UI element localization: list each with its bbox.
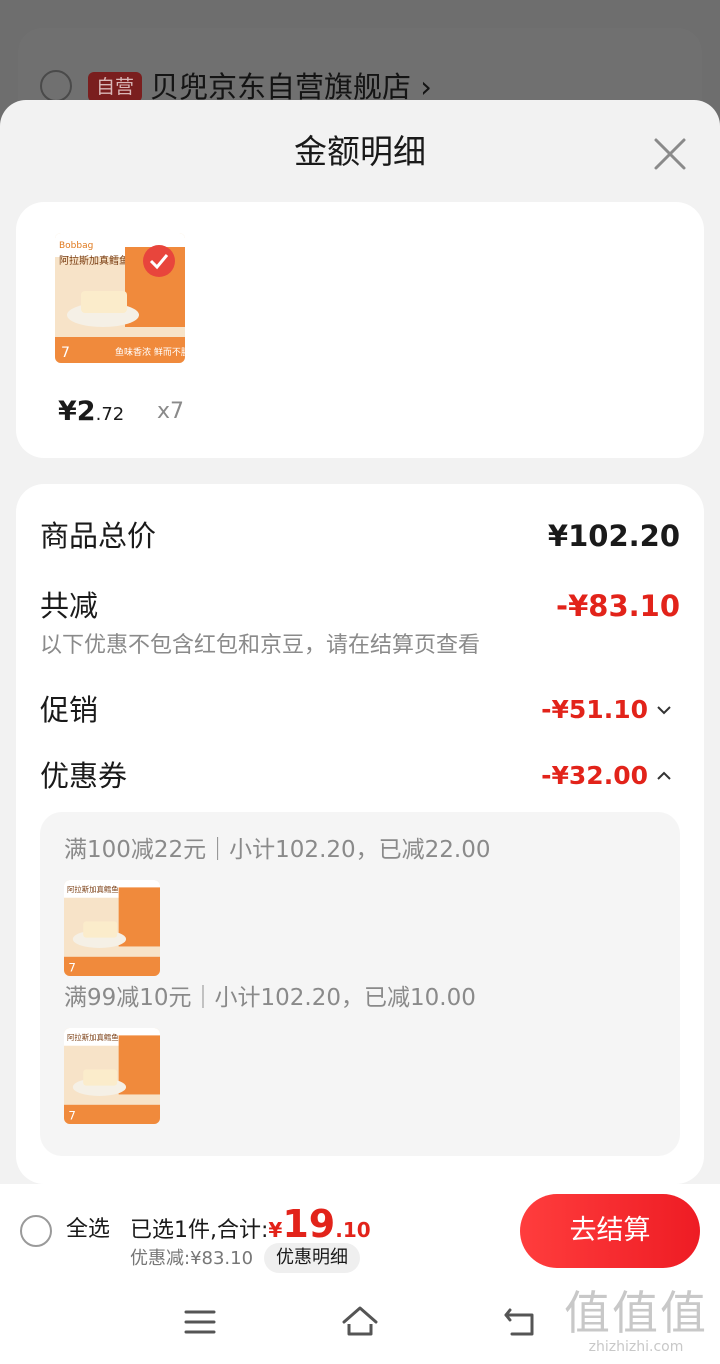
product-quantity: x7 (157, 399, 185, 424)
summary-prefix: 已选1件,合计: (130, 1218, 269, 1243)
price-decimal: .72 (95, 404, 125, 425)
back-icon[interactable] (500, 1302, 540, 1342)
watermark: 值值值 zhizhizhi.com (556, 1288, 716, 1356)
price-symbol: ¥ (58, 396, 77, 427)
watermark-glyphs: 值值值 (564, 1286, 708, 1340)
coupon-value: -¥32.00 (541, 761, 648, 790)
total-price-value: ¥102.20 (547, 519, 680, 553)
store-chevron-icon: › (420, 70, 432, 104)
promotion-row-toggle[interactable]: -¥51.10 (541, 690, 672, 730)
chevron-down-icon (657, 706, 671, 715)
coupon-2-product-thumbnail[interactable]: 阿拉斯加真鳕鱼 7 (64, 1028, 160, 1124)
menu-icon[interactable] (180, 1302, 220, 1342)
discount-detail-button[interactable]: 优惠明细 (264, 1243, 360, 1273)
unit-price: ¥2.72 (58, 396, 124, 431)
product-thumbnail[interactable]: Bobbag 阿拉斯加真鳕鱼 7 鱼味香浓 鲜而不腥 (55, 233, 185, 363)
svg-text:阿拉斯加真鳕鱼: 阿拉斯加真鳕鱼 (67, 1033, 119, 1042)
product-image-icon: 阿拉斯加真鳕鱼 7 (64, 880, 160, 976)
coupon-1-product-thumbnail[interactable]: 阿拉斯加真鳕鱼 7 (64, 880, 160, 976)
close-icon[interactable] (652, 136, 688, 172)
watermark-site: zhizhizhi.com (588, 1339, 684, 1355)
store-select-radio (40, 70, 72, 102)
sheet-title: 金额明细 (294, 132, 426, 171)
total-reduction-label: 共减 (40, 589, 99, 623)
total-integer: 19 (282, 1202, 336, 1246)
checkout-button[interactable]: 去结算 (520, 1194, 700, 1268)
store-name-text: 贝兜京东自营旗舰店 (150, 70, 412, 104)
summary-total: ¥19.10 (268, 1205, 371, 1243)
svg-text:阿拉斯加真鳕鱼: 阿拉斯加真鳕鱼 (67, 885, 119, 894)
promotion-value: -¥51.10 (541, 695, 648, 724)
promotion-label: 促销 (40, 693, 99, 727)
total-decimal: .10 (335, 1218, 371, 1242)
coupon-label: 优惠券 (40, 759, 128, 793)
reduction-note: 以下优惠不包含红包和京豆，请在结算页查看 (40, 633, 481, 658)
svg-text:Bobbag: Bobbag (59, 241, 93, 251)
coupon-line-2: 满99减10元｜小计102.20，已减10.00 (64, 985, 476, 1011)
svg-text:7: 7 (68, 961, 76, 975)
coupon-row-toggle[interactable]: -¥32.00 (541, 756, 672, 796)
total-reduction-value: -¥83.10 (556, 589, 680, 623)
svg-text:鱼味香浓 鲜而不腥: 鱼味香浓 鲜而不腥 (115, 346, 185, 358)
home-icon[interactable] (340, 1302, 380, 1342)
discount-summary: 优惠减:¥83.10 (130, 1248, 254, 1269)
product-image-icon: 阿拉斯加真鳕鱼 7 (64, 1028, 160, 1124)
svg-text:阿拉斯加真鳕鱼: 阿拉斯加真鳕鱼 (59, 254, 129, 267)
product-image-icon: Bobbag 阿拉斯加真鳕鱼 7 鱼味香浓 鲜而不腥 (55, 233, 185, 363)
svg-text:7: 7 (61, 345, 70, 361)
total-currency: ¥ (268, 1218, 283, 1242)
select-all-label[interactable]: 全选 (66, 1214, 110, 1246)
price-integer: 2 (76, 396, 96, 427)
total-price-label: 商品总价 (40, 519, 157, 553)
select-all-radio[interactable] (20, 1215, 52, 1247)
coupon-line-1: 满100减22元｜小计102.20，已减22.00 (64, 837, 491, 863)
svg-text:7: 7 (68, 1109, 76, 1123)
chevron-up-icon (657, 771, 671, 780)
self-operated-badge: 自营 (88, 72, 143, 102)
